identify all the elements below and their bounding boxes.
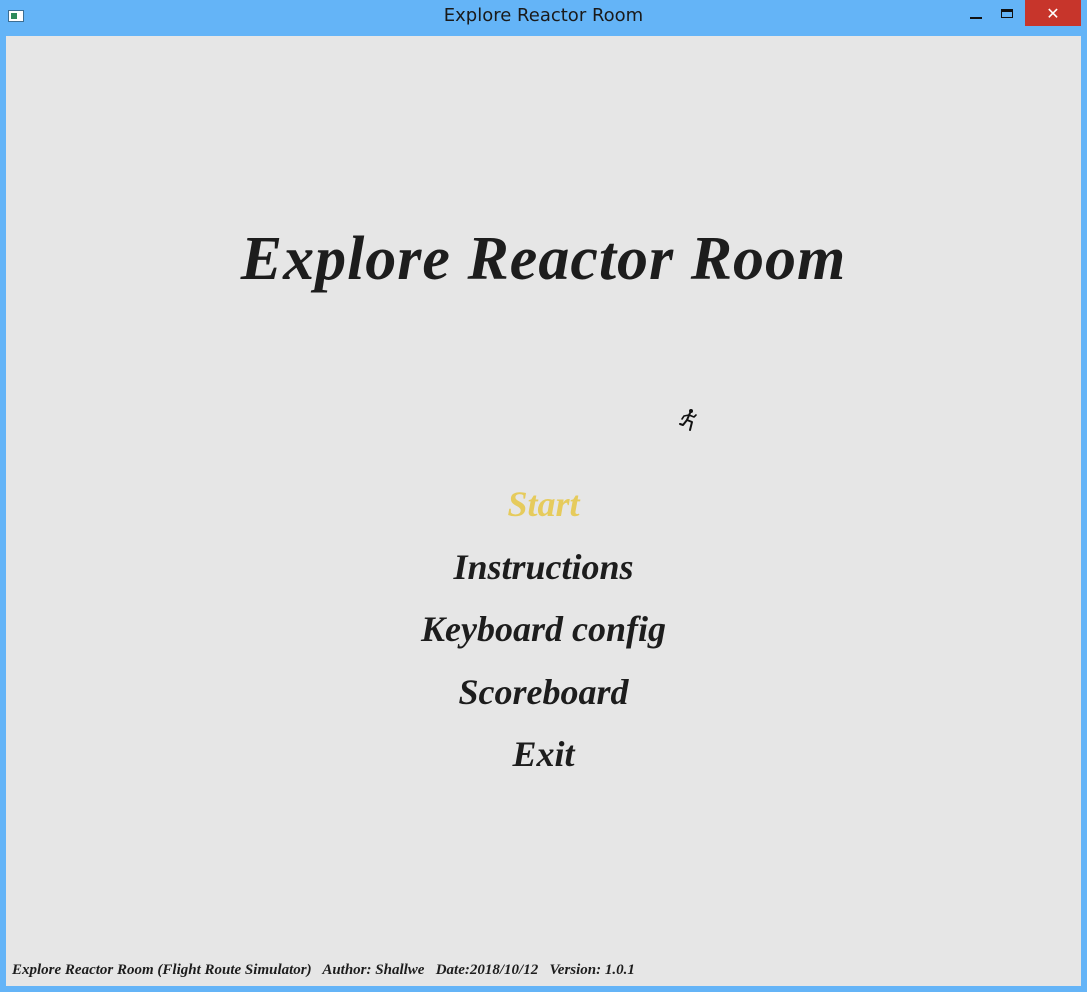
footer-app-name: Explore Reactor Room (Flight Route Simul…: [12, 962, 312, 978]
menu-item-instructions[interactable]: Instructions: [6, 545, 1081, 608]
footer-author: Author: Shallwe: [322, 962, 425, 978]
game-title: Explore Reactor Room: [240, 225, 847, 293]
footer-version: Version: 1.0.1: [549, 962, 635, 978]
main-menu: Start Instructions Keyboard config Score…: [6, 482, 1081, 795]
game-canvas[interactable]: Explore Reactor Room Start Instructions …: [6, 36, 1081, 986]
window-title: Explore Reactor Room: [443, 5, 644, 26]
footer-info: Explore Reactor Room (Flight Route Simul…: [12, 962, 635, 979]
footer-date: Date:2018/10/12: [435, 962, 539, 978]
maximize-button[interactable]: [993, 0, 1021, 26]
minimize-button[interactable]: [962, 0, 990, 26]
app-window: Explore Reactor Room ✕ Explore Reactor R…: [0, 0, 1087, 992]
menu-item-keyboard-config[interactable]: Keyboard config: [6, 607, 1081, 670]
maximize-icon: [1001, 8, 1013, 18]
close-icon: ✕: [1046, 3, 1060, 23]
menu-item-exit[interactable]: Exit: [6, 732, 1081, 795]
minimize-icon: [970, 17, 982, 19]
close-button[interactable]: ✕: [1025, 0, 1081, 26]
title-bar[interactable]: Explore Reactor Room ✕: [0, 0, 1087, 34]
running-man-icon: [679, 409, 697, 431]
menu-item-scoreboard[interactable]: Scoreboard: [6, 670, 1081, 733]
menu-item-start[interactable]: Start: [6, 482, 1081, 545]
